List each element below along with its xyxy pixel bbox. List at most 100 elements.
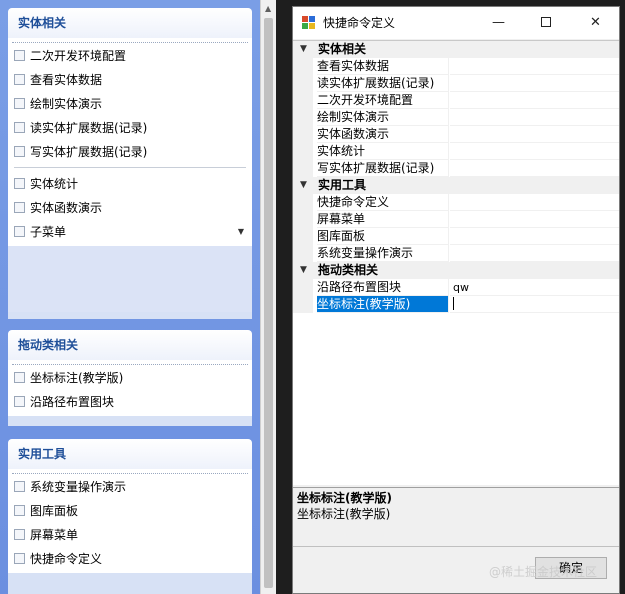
property-row[interactable]: 二次开发环境配置 — [293, 92, 619, 109]
item-icon — [14, 553, 25, 564]
scrollbar-thumb[interactable] — [264, 18, 273, 588]
dialog-title: 快捷命令定义 — [323, 16, 396, 30]
shortcut-dialog: 快捷命令定义 — ✕ ▼ 实体相关 查看实体数据 读实体扩展数据(记录) 二次开发… — [292, 6, 620, 594]
property-value[interactable] — [450, 245, 619, 262]
category-row[interactable]: ▼ 实用工具 — [293, 177, 619, 194]
menu-item[interactable]: 快捷命令定义 — [8, 547, 252, 571]
property-value[interactable] — [450, 109, 619, 126]
property-row[interactable]: 写实体扩展数据(记录) — [293, 160, 619, 177]
item-icon — [14, 146, 25, 157]
row-gutter — [293, 126, 313, 143]
property-row[interactable]: 沿路径布置图块 qw — [293, 279, 619, 296]
property-row[interactable]: 绘制实体演示 — [293, 109, 619, 126]
property-name: 沿路径布置图块 — [317, 279, 449, 296]
property-name: 查看实体数据 — [317, 58, 449, 75]
property-name: 绘制实体演示 — [317, 109, 449, 126]
row-gutter — [293, 296, 313, 313]
minimize-button[interactable]: — — [476, 7, 521, 39]
property-name: 写实体扩展数据(记录) — [317, 160, 449, 177]
group-entity: 实体相关 二次开发环境配置 查看实体数据 绘制实体演示 读实体扩展数据(记录) … — [8, 8, 252, 319]
menu-item[interactable]: 读实体扩展数据(记录) — [8, 116, 252, 140]
dialog-titlebar[interactable]: 快捷命令定义 — ✕ — [293, 7, 619, 39]
category-row[interactable]: ▼ 拖动类相关 — [293, 262, 619, 279]
property-value[interactable] — [450, 228, 619, 245]
property-value[interactable] — [450, 143, 619, 160]
menu-item[interactable]: 系统变量操作演示 — [8, 475, 252, 499]
item-icon — [14, 481, 25, 492]
menu-item[interactable]: 实体统计 — [8, 172, 252, 196]
property-name: 快捷命令定义 — [317, 194, 449, 211]
menu-item[interactable]: 二次开发环境配置 — [8, 44, 252, 68]
task-pane-scrollbar[interactable]: ▲ — [260, 0, 276, 594]
collapse-arrow-icon[interactable]: ▼ — [300, 262, 307, 279]
watermark: @稀土掘金技术社区 — [489, 565, 598, 579]
group-header-entity[interactable]: 实体相关 — [8, 8, 252, 38]
property-row[interactable]: 快捷命令定义 — [293, 194, 619, 211]
menu-item[interactable]: 屏幕菜单 — [8, 523, 252, 547]
item-icon — [14, 396, 25, 407]
group-body-entity: 二次开发环境配置 查看实体数据 绘制实体演示 读实体扩展数据(记录) 写实体扩展… — [8, 38, 252, 246]
category-row[interactable]: ▼ 实体相关 — [293, 41, 619, 58]
property-value-editor[interactable] — [450, 296, 619, 313]
group-body-tools: 系统变量操作演示 图库面板 屏幕菜单 快捷命令定义 — [8, 469, 252, 573]
close-button[interactable]: ✕ — [573, 7, 618, 39]
property-row[interactable]: 屏幕菜单 — [293, 211, 619, 228]
property-value[interactable] — [450, 58, 619, 75]
property-value[interactable] — [450, 160, 619, 177]
menu-item[interactable]: 坐标标注(教学版) — [8, 366, 252, 390]
menu-item[interactable]: 沿路径布置图块 — [8, 390, 252, 414]
property-row[interactable]: 读实体扩展数据(记录) — [293, 75, 619, 92]
scroll-up-arrow-icon[interactable]: ▲ — [265, 4, 271, 13]
group-drag: 拖动类相关 坐标标注(教学版) 沿路径布置图块 — [8, 330, 252, 426]
property-value[interactable] — [450, 211, 619, 228]
menu-item-label: 写实体扩展数据(记录) — [30, 145, 148, 159]
property-row[interactable]: 查看实体数据 — [293, 58, 619, 75]
property-value[interactable] — [450, 126, 619, 143]
menu-item-label: 图库面板 — [30, 504, 79, 518]
item-icon — [14, 372, 25, 383]
collapse-arrow-icon[interactable]: ▼ — [300, 41, 307, 58]
property-row[interactable]: 实体函数演示 — [293, 126, 619, 143]
menu-item-label: 沿路径布置图块 — [30, 395, 115, 409]
property-row[interactable]: 系统变量操作演示 — [293, 245, 619, 262]
property-value[interactable] — [450, 75, 619, 92]
property-grid[interactable]: ▼ 实体相关 查看实体数据 读实体扩展数据(记录) 二次开发环境配置 绘制实体演示… — [293, 40, 619, 485]
close-icon: ✕ — [590, 15, 601, 30]
maximize-button[interactable] — [523, 7, 568, 39]
property-value[interactable] — [450, 92, 619, 109]
menu-item[interactable]: 图库面板 — [8, 499, 252, 523]
group-header-tools[interactable]: 实用工具 — [8, 439, 252, 469]
menu-item[interactable]: 绘制实体演示 — [8, 92, 252, 116]
row-gutter — [293, 160, 313, 177]
maximize-icon — [540, 17, 551, 27]
property-name: 读实体扩展数据(记录) — [317, 75, 449, 92]
description-title: 坐标标注(教学版) — [297, 491, 392, 505]
category-label: 拖动类相关 — [318, 263, 379, 277]
collapse-arrow-icon[interactable]: ▼ — [300, 177, 307, 194]
property-value[interactable] — [450, 194, 619, 211]
row-gutter — [293, 194, 313, 211]
property-row[interactable]: 图库面板 — [293, 228, 619, 245]
property-row-selected[interactable]: 坐标标注(教学版) — [293, 296, 619, 313]
property-row[interactable]: 实体统计 — [293, 143, 619, 160]
property-name: 坐标标注(教学版) — [317, 296, 449, 313]
item-icon — [14, 74, 25, 85]
property-name: 实体统计 — [317, 143, 449, 160]
menu-item[interactable]: 实体函数演示 — [8, 196, 252, 220]
group-header-drag[interactable]: 拖动类相关 — [8, 330, 252, 360]
submenu-item[interactable]: 子菜单 ▼ — [8, 220, 252, 244]
menu-item-label: 绘制实体演示 — [30, 97, 103, 111]
task-pane: 实体相关 二次开发环境配置 查看实体数据 绘制实体演示 读实体扩展数据(记录) … — [0, 0, 260, 594]
row-gutter — [293, 75, 313, 92]
item-icon — [14, 122, 25, 133]
property-name: 二次开发环境配置 — [317, 92, 449, 109]
menu-item[interactable]: 写实体扩展数据(记录) — [8, 140, 252, 164]
description-panel: 坐标标注(教学版) 坐标标注(教学版) — [293, 487, 619, 547]
row-gutter — [293, 279, 313, 296]
minimize-icon: — — [492, 15, 505, 30]
menu-item-label: 二次开发环境配置 — [30, 49, 127, 63]
menu-item[interactable]: 查看实体数据 — [8, 68, 252, 92]
property-name: 屏幕菜单 — [317, 211, 449, 228]
property-value[interactable]: qw — [450, 279, 619, 296]
description-text: 坐标标注(教学版) — [297, 507, 391, 521]
